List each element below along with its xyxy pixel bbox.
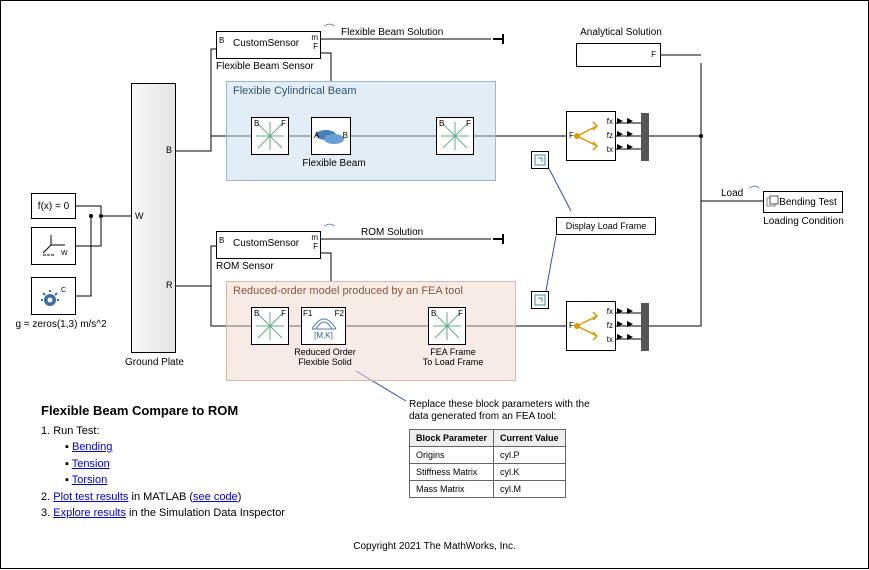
rom-sensor-label: ROM Sensor	[216, 261, 274, 272]
rom-sensor[interactable]: B CustomSensor mF	[216, 231, 321, 259]
joint-top-left[interactable]: B F	[251, 117, 289, 155]
flex-signal-label: Flexible Beam Solution	[341, 27, 443, 38]
display-load-frame-block[interactable]: Display Load Frame	[556, 217, 656, 235]
joint-top-right[interactable]: B F	[436, 117, 474, 155]
sensor-port-b: B	[219, 36, 224, 45]
force-torque-bottom[interactable]: F fx fz tx	[566, 301, 616, 351]
see-code-link[interactable]: see code	[193, 491, 238, 503]
rom-sensor-port-f: F	[313, 242, 318, 251]
loading-label: Loading Condition	[756, 216, 851, 227]
flexible-beam-block[interactable]: A B	[311, 117, 351, 155]
flexible-beam-label: Flexible Beam	[299, 158, 369, 169]
ground-port-b: B	[166, 145, 172, 155]
instructions-title: Flexible Beam Compare to ROM	[41, 401, 285, 421]
rom-signal-label: ROM Solution	[361, 227, 423, 238]
terminator-bottom[interactable]	[493, 234, 507, 244]
sensor-port-m: m	[311, 33, 318, 42]
bus-top	[641, 113, 649, 161]
plot-results-link[interactable]: Plot test results	[53, 491, 128, 503]
bus-bottom	[641, 303, 649, 351]
torsion-link[interactable]: Torsion	[72, 474, 107, 486]
svg-text:C: C	[61, 287, 66, 294]
loading-block-text: Bending Test	[779, 197, 837, 208]
constant-block[interactable]: f(x) = 0	[31, 193, 76, 219]
rom-block-label: Reduced Order Flexible Solid	[287, 348, 363, 368]
display-load-frame-text: Display Load Frame	[566, 221, 647, 231]
flexible-sensor-label: Flexible Beam Sensor	[216, 61, 314, 72]
svg-text:W: W	[61, 250, 68, 257]
ground-port-r: R	[166, 280, 173, 290]
step1-text: 1. Run Test:	[41, 423, 285, 440]
rom-sensor-port-m: m	[311, 233, 318, 242]
variant-icon	[766, 195, 780, 209]
fea-frame-block[interactable]: B F	[428, 307, 466, 345]
fea-frame-label: FEA Frame To Load Frame	[413, 348, 493, 368]
rom-mk-label: [M,K]	[314, 331, 333, 340]
copyright: Copyright 2021 The MathWorks, Inc.	[1, 541, 868, 552]
scope-icon	[533, 153, 547, 167]
analytical-solution-block[interactable]: F	[576, 43, 661, 67]
log-icon-3: ⌒	[749, 183, 760, 199]
mechanism-config-block[interactable]: C	[31, 277, 76, 315]
th-value: Current Value	[494, 430, 566, 447]
world-frame-block[interactable]: W	[31, 227, 76, 265]
ground-port-w: W	[135, 211, 144, 221]
table-caption: Replace these block parameters with the …	[409, 399, 609, 423]
region-bottom-title: Reduced-order model produced by an FEA t…	[233, 285, 463, 297]
sensor-title: CustomSensor	[233, 38, 299, 49]
param-table: Block ParameterCurrent Value Originscyl.…	[409, 429, 566, 498]
rom-sensor-title: CustomSensor	[233, 238, 299, 249]
load-signal-label: Load	[721, 188, 743, 199]
flexible-beam-sensor[interactable]: B CustomSensor mF	[216, 31, 321, 59]
explore-results-link[interactable]: Explore results	[53, 507, 126, 519]
constant-label: f(x) = 0	[38, 201, 69, 212]
region-top-title: Flexible Cylindrical Beam	[233, 85, 357, 97]
log-icon: ⌒	[324, 21, 335, 37]
scope-icon	[533, 293, 547, 307]
frame-scope-top[interactable]	[531, 151, 549, 169]
sensor-port-f: F	[313, 42, 318, 51]
rom-sensor-port-b: B	[219, 236, 224, 245]
loading-block[interactable]: Bending Test	[763, 191, 843, 213]
terminator-top[interactable]	[493, 34, 507, 44]
force-torque-top[interactable]: F fx fz tx	[566, 111, 616, 161]
joint-bottom-left[interactable]: B F	[251, 307, 289, 345]
gear-icon: C	[39, 282, 69, 310]
world-frame-icon: W	[39, 233, 69, 259]
log-icon-2: ⌒	[324, 221, 335, 237]
bending-link[interactable]: Bending	[72, 441, 112, 453]
frame-scope-bottom[interactable]	[531, 291, 549, 309]
analytical-port-f: F	[651, 51, 656, 59]
ground-plate-label: Ground Plate	[117, 357, 192, 368]
instructions-panel: Flexible Beam Compare to ROM 1. Run Test…	[41, 401, 285, 522]
gravity-label: g = zeros(1,3) m/s^2	[11, 319, 111, 330]
tension-link[interactable]: Tension	[72, 458, 110, 470]
reduced-order-solid-block[interactable]: F1 F2 [M,K]	[301, 307, 346, 345]
analytical-label: Analytical Solution	[576, 27, 666, 38]
th-param: Block Parameter	[410, 430, 494, 447]
